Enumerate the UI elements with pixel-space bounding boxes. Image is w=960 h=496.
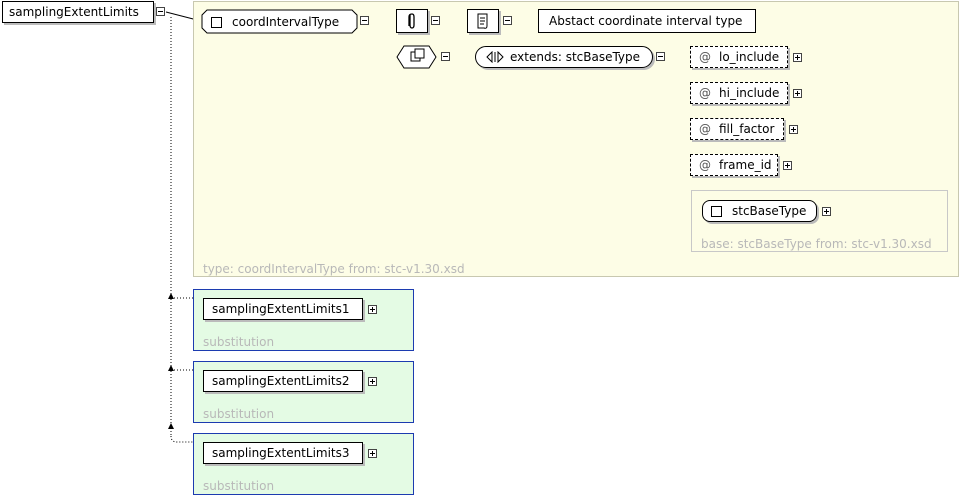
attribute-label: hi_include [719,86,780,100]
extends-label: extends: stcBaseType [510,50,641,64]
substitution-element-label: samplingExtentLimits2 [212,374,350,388]
substitution-element-3[interactable]: samplingExtentLimits3 [203,442,363,464]
attribute-icon: @ [699,50,711,64]
choice-collapse-toggle[interactable] [441,52,450,61]
attribute-lo-include[interactable]: @ lo_include [690,46,788,68]
extends-node[interactable]: extends: stcBaseType [475,46,653,68]
base-type-caption: base: stcBaseType from: stc-v1.30.xsd [701,237,932,251]
annotation-text: Abstact coordinate interval type [549,14,743,28]
attribute-icon: @ [699,158,711,172]
attribute-hi-include-expand-toggle[interactable] [793,89,802,98]
type-node-collapse-toggle[interactable] [360,16,369,25]
attribute-label: lo_include [719,50,780,64]
extends-collapse-toggle[interactable] [656,52,665,61]
substitution-2-expand-toggle[interactable] [368,377,377,386]
base-type-expand-toggle[interactable] [822,207,831,216]
base-type-label: stcBaseType [732,204,807,218]
sequence-collapse-toggle[interactable] [431,16,440,25]
complex-type-icon [711,205,722,217]
documentation-icon [477,13,488,29]
annotation-collapse-toggle[interactable] [503,16,512,25]
attribute-label: frame_id [719,158,772,172]
choice-compositor[interactable] [396,45,438,70]
annotation-node[interactable] [467,9,499,33]
attribute-icon: @ [699,122,711,136]
substitution-element-label: samplingExtentLimits3 [212,446,350,460]
substitution-3-expand-toggle[interactable] [368,449,377,458]
type-node-label: coordIntervalType [232,15,340,29]
root-collapse-toggle[interactable] [156,7,165,16]
base-type-node[interactable]: stcBaseType [702,200,817,222]
substitution-caption: substitution [203,479,275,493]
substitution-element-label: samplingExtentLimits1 [212,302,350,316]
sequence-compositor[interactable] [396,9,428,33]
substitution-1-expand-toggle[interactable] [368,305,377,314]
paperclip-icon [408,13,415,29]
root-element[interactable]: samplingExtentLimits [2,1,154,23]
attribute-hi-include[interactable]: @ hi_include [690,82,788,104]
substitution-element-1[interactable]: samplingExtentLimits1 [203,298,363,320]
root-element-label: samplingExtentLimits [9,5,139,19]
substitution-caption: substitution [203,407,275,421]
substitution-caption: substitution [203,335,275,349]
attribute-frame-id-expand-toggle[interactable] [783,161,792,170]
annotation-text-box: Abstact coordinate interval type [538,9,756,33]
extension-icon [486,51,504,63]
complex-type-icon [211,16,222,28]
type-node[interactable]: coordIntervalType [201,9,359,35]
attribute-fill-factor[interactable]: @ fill_factor [690,118,784,140]
substitution-element-2[interactable]: samplingExtentLimits2 [203,370,363,392]
attribute-frame-id[interactable]: @ frame_id [690,154,778,176]
attribute-label: fill_factor [719,122,775,136]
type-panel-caption: type: coordIntervalType from: stc-v1.30.… [203,262,465,276]
attribute-fill-factor-expand-toggle[interactable] [789,125,798,134]
attribute-icon: @ [699,86,711,100]
attribute-lo-include-expand-toggle[interactable] [793,53,802,62]
